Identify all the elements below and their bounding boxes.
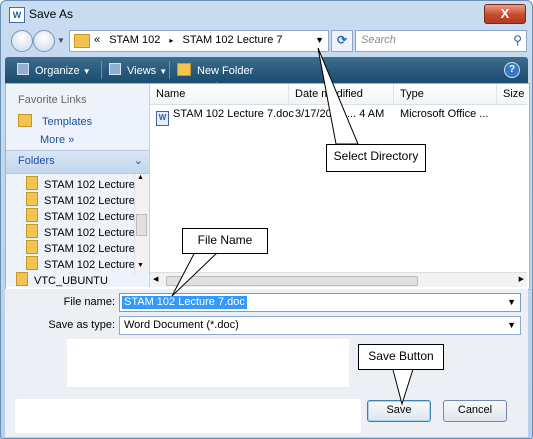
new-folder-button[interactable]: New Folder [177,63,253,77]
tree-item[interactable]: STAM 102 Lecture [26,224,136,239]
date-cell: 3/17/2010 ... 4 AM [295,108,385,120]
folder-icon [26,208,38,222]
horizontal-scrollbar[interactable]: ◀ ▶ [150,272,527,287]
views-label: Views [127,65,157,77]
sort-arrow-icon: ⌃ [214,82,220,89]
search-input[interactable]: Search ⚲ [355,30,527,52]
close-button[interactable]: X [484,4,526,24]
new-folder-icon [177,63,191,76]
folder-icon [26,240,38,254]
save-as-type-select[interactable]: Word Document (*.doc) ▼ [119,316,521,335]
search-placeholder: Search [361,34,396,46]
file-name-value[interactable]: STAM 102 Lecture 7.doc [122,296,247,309]
views-button[interactable]: Views ▼ [109,63,167,77]
folder-icon [26,256,38,270]
command-bar: Organize ▼ Views ▼ New Folder ? [5,57,528,83]
folder-icon [26,176,38,190]
chevron-down-icon[interactable]: ⌄ [134,154,143,167]
breadcrumb[interactable]: « STAM 102 ▸ STAM 102 Lecture 7 ▼ [69,30,329,52]
favorite-templates[interactable]: Templates [18,114,92,128]
address-dropdown-icon[interactable]: ▼ [315,35,324,45]
tree-item[interactable]: STAM 102 Lecture [26,240,136,255]
callout-file-name: File Name [182,228,268,254]
redacted-area [301,399,361,433]
column-header-type[interactable]: Type [394,84,497,105]
history-dropdown-icon[interactable]: ▼ [57,36,65,45]
search-icon[interactable]: ⚲ [513,33,522,47]
scroll-left-icon[interactable]: ◀ [153,275,158,283]
scroll-down-icon[interactable]: ▼ [137,262,144,269]
column-header-size[interactable]: Size [497,84,527,105]
breadcrumb-stam-102-lecture-7[interactable]: STAM 102 Lecture 7 [182,34,282,46]
chevron-down-icon[interactable]: ▼ [507,297,516,307]
redacted-area [67,339,349,387]
breadcrumb-stam-102[interactable]: STAM 102 [109,34,160,46]
chevron-down-icon: ▼ [82,67,91,76]
file-list: Name ⌃ Date modified Type Size W STAM 102… [150,82,527,287]
redacted-area [15,399,301,433]
callout-save-button: Save Button [358,344,444,370]
type-cell: Microsoft Office ... [400,108,489,120]
window-title: Save As [29,7,74,21]
folders-heading: Folders [18,155,55,167]
refresh-button[interactable]: ⟳ [331,30,353,52]
scroll-right-icon[interactable]: ▶ [519,275,524,283]
organize-button[interactable]: Organize ▼ [17,63,91,77]
chevron-down-icon: ▼ [159,67,168,76]
new-folder-label: New Folder [197,65,254,77]
toolbar-divider [101,61,102,79]
word-document-icon: W [9,7,25,23]
folder-icon [26,192,38,206]
breadcrumb-overflow[interactable]: « [94,34,100,46]
scroll-up-icon[interactable]: ▲ [137,174,144,181]
back-button[interactable] [11,30,33,52]
folder-icon [74,34,90,48]
cancel-button[interactable]: Cancel [443,400,507,422]
column-header-date[interactable]: Date modified [289,84,394,105]
tree-item[interactable]: STAM 102 Lecture [26,208,136,223]
save-options-area: File name: STAM 102 Lecture 7.doc ▼ Save… [5,289,528,437]
save-as-dialog: W Save As X ▼ « STAM 102 ▸ STAM 102 Lect… [0,0,533,439]
organize-label: Organize [35,65,80,77]
tree-item-vtc-ubuntu[interactable]: VTC_UBUNTU [16,272,126,287]
file-name-cell: STAM 102 Lecture 7.doc [173,108,294,120]
help-icon[interactable]: ? [504,62,520,78]
browser-area: Favorite Links Templates More » Folders … [5,82,530,290]
file-name-label: File name: [63,296,115,308]
tree-item[interactable]: STAM 102 Lecture [26,192,136,207]
chevron-down-icon[interactable]: ▼ [507,320,516,330]
folders-header[interactable]: Folders ⌄ [6,150,149,174]
drive-icon [16,272,28,286]
toolbar-divider [169,61,170,79]
tree-item[interactable]: STAM 102 Lecture [26,256,136,271]
tree-item[interactable]: STAM 102 Lecture [26,176,136,191]
forward-button[interactable] [33,30,55,52]
save-button[interactable]: Save [367,400,431,422]
folder-icon [26,224,38,238]
organize-icon [17,63,29,75]
favorite-links-heading: Favorite Links [18,94,87,106]
folder-icon [18,114,32,127]
callout-select-directory: Select Directory [326,144,426,172]
address-bar: ▼ « STAM 102 ▸ STAM 102 Lecture 7 ▼ ⟳ Se… [7,29,527,53]
scroll-thumb[interactable] [166,276,418,286]
word-document-icon: W [156,111,169,126]
file-name-input[interactable]: STAM 102 Lecture 7.doc ▼ [119,293,521,312]
column-header-name[interactable]: Name ⌃ [150,82,289,105]
save-as-type-value: Word Document (*.doc) [124,319,239,331]
folders-scrollbar[interactable]: ▲ ▼ [134,174,147,274]
navigation-pane: Favorite Links Templates More » Folders … [6,84,150,287]
scroll-thumb[interactable] [136,214,147,236]
save-as-type-label: Save as type: [48,319,115,331]
favorite-more[interactable]: More » [40,134,74,146]
title-bar: W Save As X [1,1,532,27]
breadcrumb-separator-icon[interactable]: ▸ [169,36,173,45]
views-icon [109,63,121,75]
